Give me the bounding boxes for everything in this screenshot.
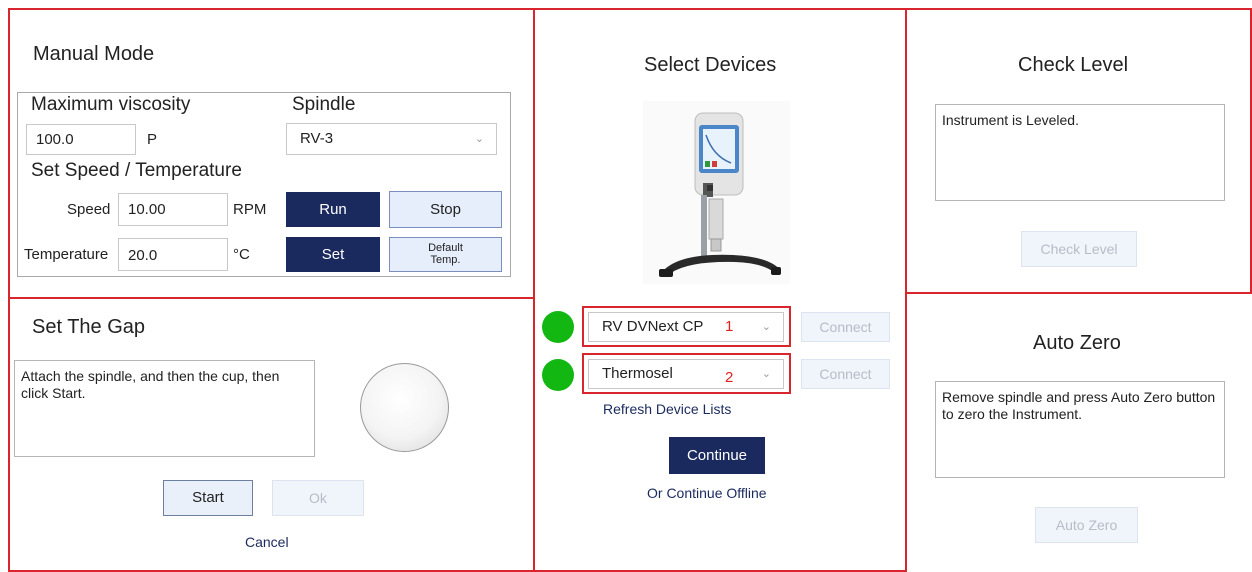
start-button[interactable]: Start [163, 480, 253, 516]
viscosity-input[interactable]: 100.0 [26, 124, 136, 155]
temperature-label: Temperature [24, 246, 109, 263]
device1-value: RV DVNext CP [602, 318, 704, 335]
auto-zero-button[interactable]: Auto Zero [1035, 507, 1138, 543]
default-temp-button[interactable]: Default Temp. [389, 237, 502, 272]
speed-unit: RPM [233, 201, 267, 218]
chevron-down-icon: ⌄ [474, 133, 484, 145]
device1-select[interactable]: RV DVNext CP ⌄ [588, 312, 784, 342]
viscosity-unit: P [147, 131, 158, 148]
spindle-select[interactable]: RV-3 ⌄ [286, 123, 497, 155]
temperature-input[interactable]: 20.0 [118, 238, 228, 271]
ok-button[interactable]: Ok [272, 480, 364, 516]
level-message-box: Instrument is Leveled. [935, 104, 1225, 201]
select-devices-title: Select Devices [644, 54, 777, 76]
speed-temp-heading: Set Speed / Temperature [31, 160, 242, 181]
cancel-link[interactable]: Cancel [245, 534, 289, 550]
device1-number-annotation: 1 [725, 318, 734, 335]
manual-mode-title: Manual Mode [33, 43, 155, 65]
viscometer-icon [659, 112, 781, 277]
run-button[interactable]: Run [286, 192, 380, 227]
device2-connect-button[interactable]: Connect [801, 359, 890, 389]
default-temp-line1: Default [428, 242, 463, 254]
refresh-device-lists-link[interactable]: Refresh Device Lists [603, 401, 731, 417]
device1-status-indicator [542, 311, 574, 343]
set-button[interactable]: Set [286, 237, 380, 272]
max-viscosity-label: Maximum viscosity [31, 94, 191, 115]
device2-value: Thermosel [602, 365, 673, 382]
temperature-unit: °C [233, 246, 250, 263]
device2-number-annotation: 2 [725, 369, 734, 386]
set-gap-title: Set The Gap [32, 316, 146, 338]
default-temp-line2: Temp. [430, 254, 461, 266]
auto-zero-title: Auto Zero [1033, 332, 1121, 354]
spindle-value: RV-3 [300, 130, 334, 147]
continue-offline-link[interactable]: Or Continue Offline [647, 485, 767, 501]
chevron-down-icon: ⌄ [761, 368, 771, 380]
check-level-title: Check Level [1018, 54, 1129, 76]
gap-indicator-circle [360, 363, 449, 452]
chevron-down-icon: ⌄ [761, 321, 771, 333]
device2-status-indicator [542, 359, 574, 391]
speed-label: Speed [67, 201, 111, 218]
spindle-label: Spindle [292, 94, 356, 115]
device2-select[interactable]: Thermosel ⌄ [588, 359, 784, 389]
gap-instructions-box: Attach the spindle, and then the cup, th… [14, 360, 315, 457]
stop-button[interactable]: Stop [389, 191, 502, 228]
speed-input[interactable]: 10.00 [118, 193, 228, 226]
continue-button[interactable]: Continue [669, 437, 765, 474]
viscometer-image [643, 101, 790, 284]
device1-connect-button[interactable]: Connect [801, 312, 890, 342]
auto-zero-message-box: Remove spindle and press Auto Zero butto… [935, 381, 1225, 478]
check-level-button[interactable]: Check Level [1021, 231, 1137, 267]
